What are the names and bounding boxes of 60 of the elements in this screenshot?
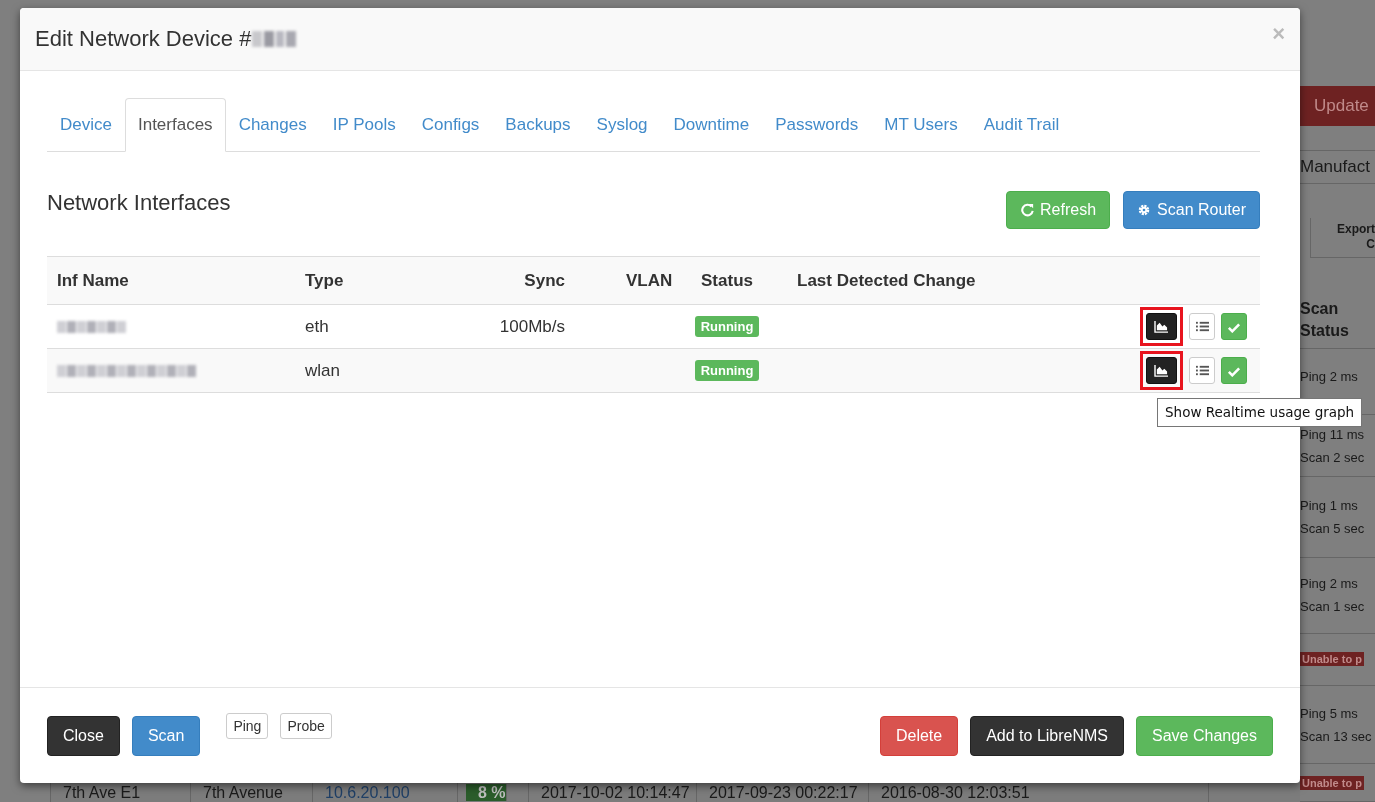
redaction-blur — [252, 28, 297, 50]
tab[interactable]: MT Users — [871, 98, 971, 152]
footer-button[interactable]: Delete — [879, 715, 959, 756]
list-icon — [1194, 364, 1210, 377]
section-title: Network Interfaces — [47, 190, 231, 216]
column-header: Inf Name — [47, 256, 295, 305]
status-text: Ping 5 ms — [1300, 705, 1359, 721]
status-text: Scan 1 sec — [1300, 599, 1366, 615]
tab[interactable]: Downtime — [660, 98, 763, 152]
list-button[interactable] — [1189, 357, 1215, 384]
footer-button[interactable]: Close — [47, 715, 120, 756]
graph-button[interactable] — [1146, 357, 1177, 384]
tab[interactable]: Changes — [225, 98, 320, 152]
tooltip: Show Realtime usage graph — [1157, 398, 1363, 427]
status-text: Ping 1 ms — [1300, 498, 1359, 513]
column-header: C — [1365, 237, 1375, 252]
status-badge: 8 % — [466, 784, 507, 801]
update-button[interactable]: Update — [1300, 86, 1375, 126]
footer-button[interactable]: Probe — [280, 713, 332, 739]
column-header: Export — [1336, 222, 1375, 237]
tab[interactable]: Device — [47, 98, 125, 152]
chart-icon — [1154, 320, 1169, 333]
status-text: Scan 5 sec — [1300, 521, 1366, 536]
column-header: Status — [677, 256, 787, 305]
list-icon — [1194, 320, 1210, 333]
column-header: Sync — [435, 256, 575, 305]
footer-button[interactable]: Add to LibreNMS — [970, 715, 1125, 756]
graph-button[interactable] — [1146, 313, 1177, 340]
tab[interactable]: Passwords — [762, 98, 872, 152]
status-label: Unable to p — [1300, 652, 1364, 667]
list-button[interactable] — [1189, 313, 1215, 340]
status-text: Ping 2 ms — [1300, 369, 1359, 384]
modal-title: Edit Network Device # — [35, 26, 252, 52]
tab[interactable]: Configs — [408, 98, 493, 152]
chart-icon — [1154, 364, 1169, 377]
status-text: Ping 2 ms — [1300, 576, 1359, 592]
tab[interactable]: Syslog — [583, 98, 661, 152]
footer-button[interactable]: Scan — [131, 715, 201, 756]
column-header: Type — [295, 256, 435, 305]
column-header: Last Detected Change — [787, 256, 1130, 305]
tab[interactable]: IP Pools — [319, 98, 409, 152]
status-text: Ping 11 ms — [1300, 426, 1366, 442]
scan-router-button[interactable]: Scan Router — [1123, 191, 1260, 229]
table-cell: wlan — [295, 349, 435, 393]
settings-icon — [1137, 203, 1152, 217]
column-header: VLAN — [575, 256, 677, 305]
refresh-icon — [1020, 203, 1035, 217]
status-text: Scan 13 sec — [1300, 728, 1373, 744]
footer-button[interactable]: Save Changes — [1136, 715, 1273, 756]
footer-button[interactable]: Ping — [226, 713, 269, 739]
status-label: Unable to p — [1300, 775, 1364, 790]
confirm-button[interactable] — [1221, 357, 1247, 384]
tab[interactable]: Interfaces — [124, 98, 226, 152]
refresh-button[interactable]: Refresh — [1006, 191, 1111, 229]
confirm-button[interactable] — [1221, 313, 1247, 340]
tab[interactable]: Backups — [492, 98, 584, 152]
status-badge: Running — [694, 316, 760, 337]
status-badge: Running — [694, 360, 760, 381]
tab[interactable]: Audit Trail — [970, 98, 1073, 152]
status-text: Scan 2 sec — [1300, 449, 1366, 465]
